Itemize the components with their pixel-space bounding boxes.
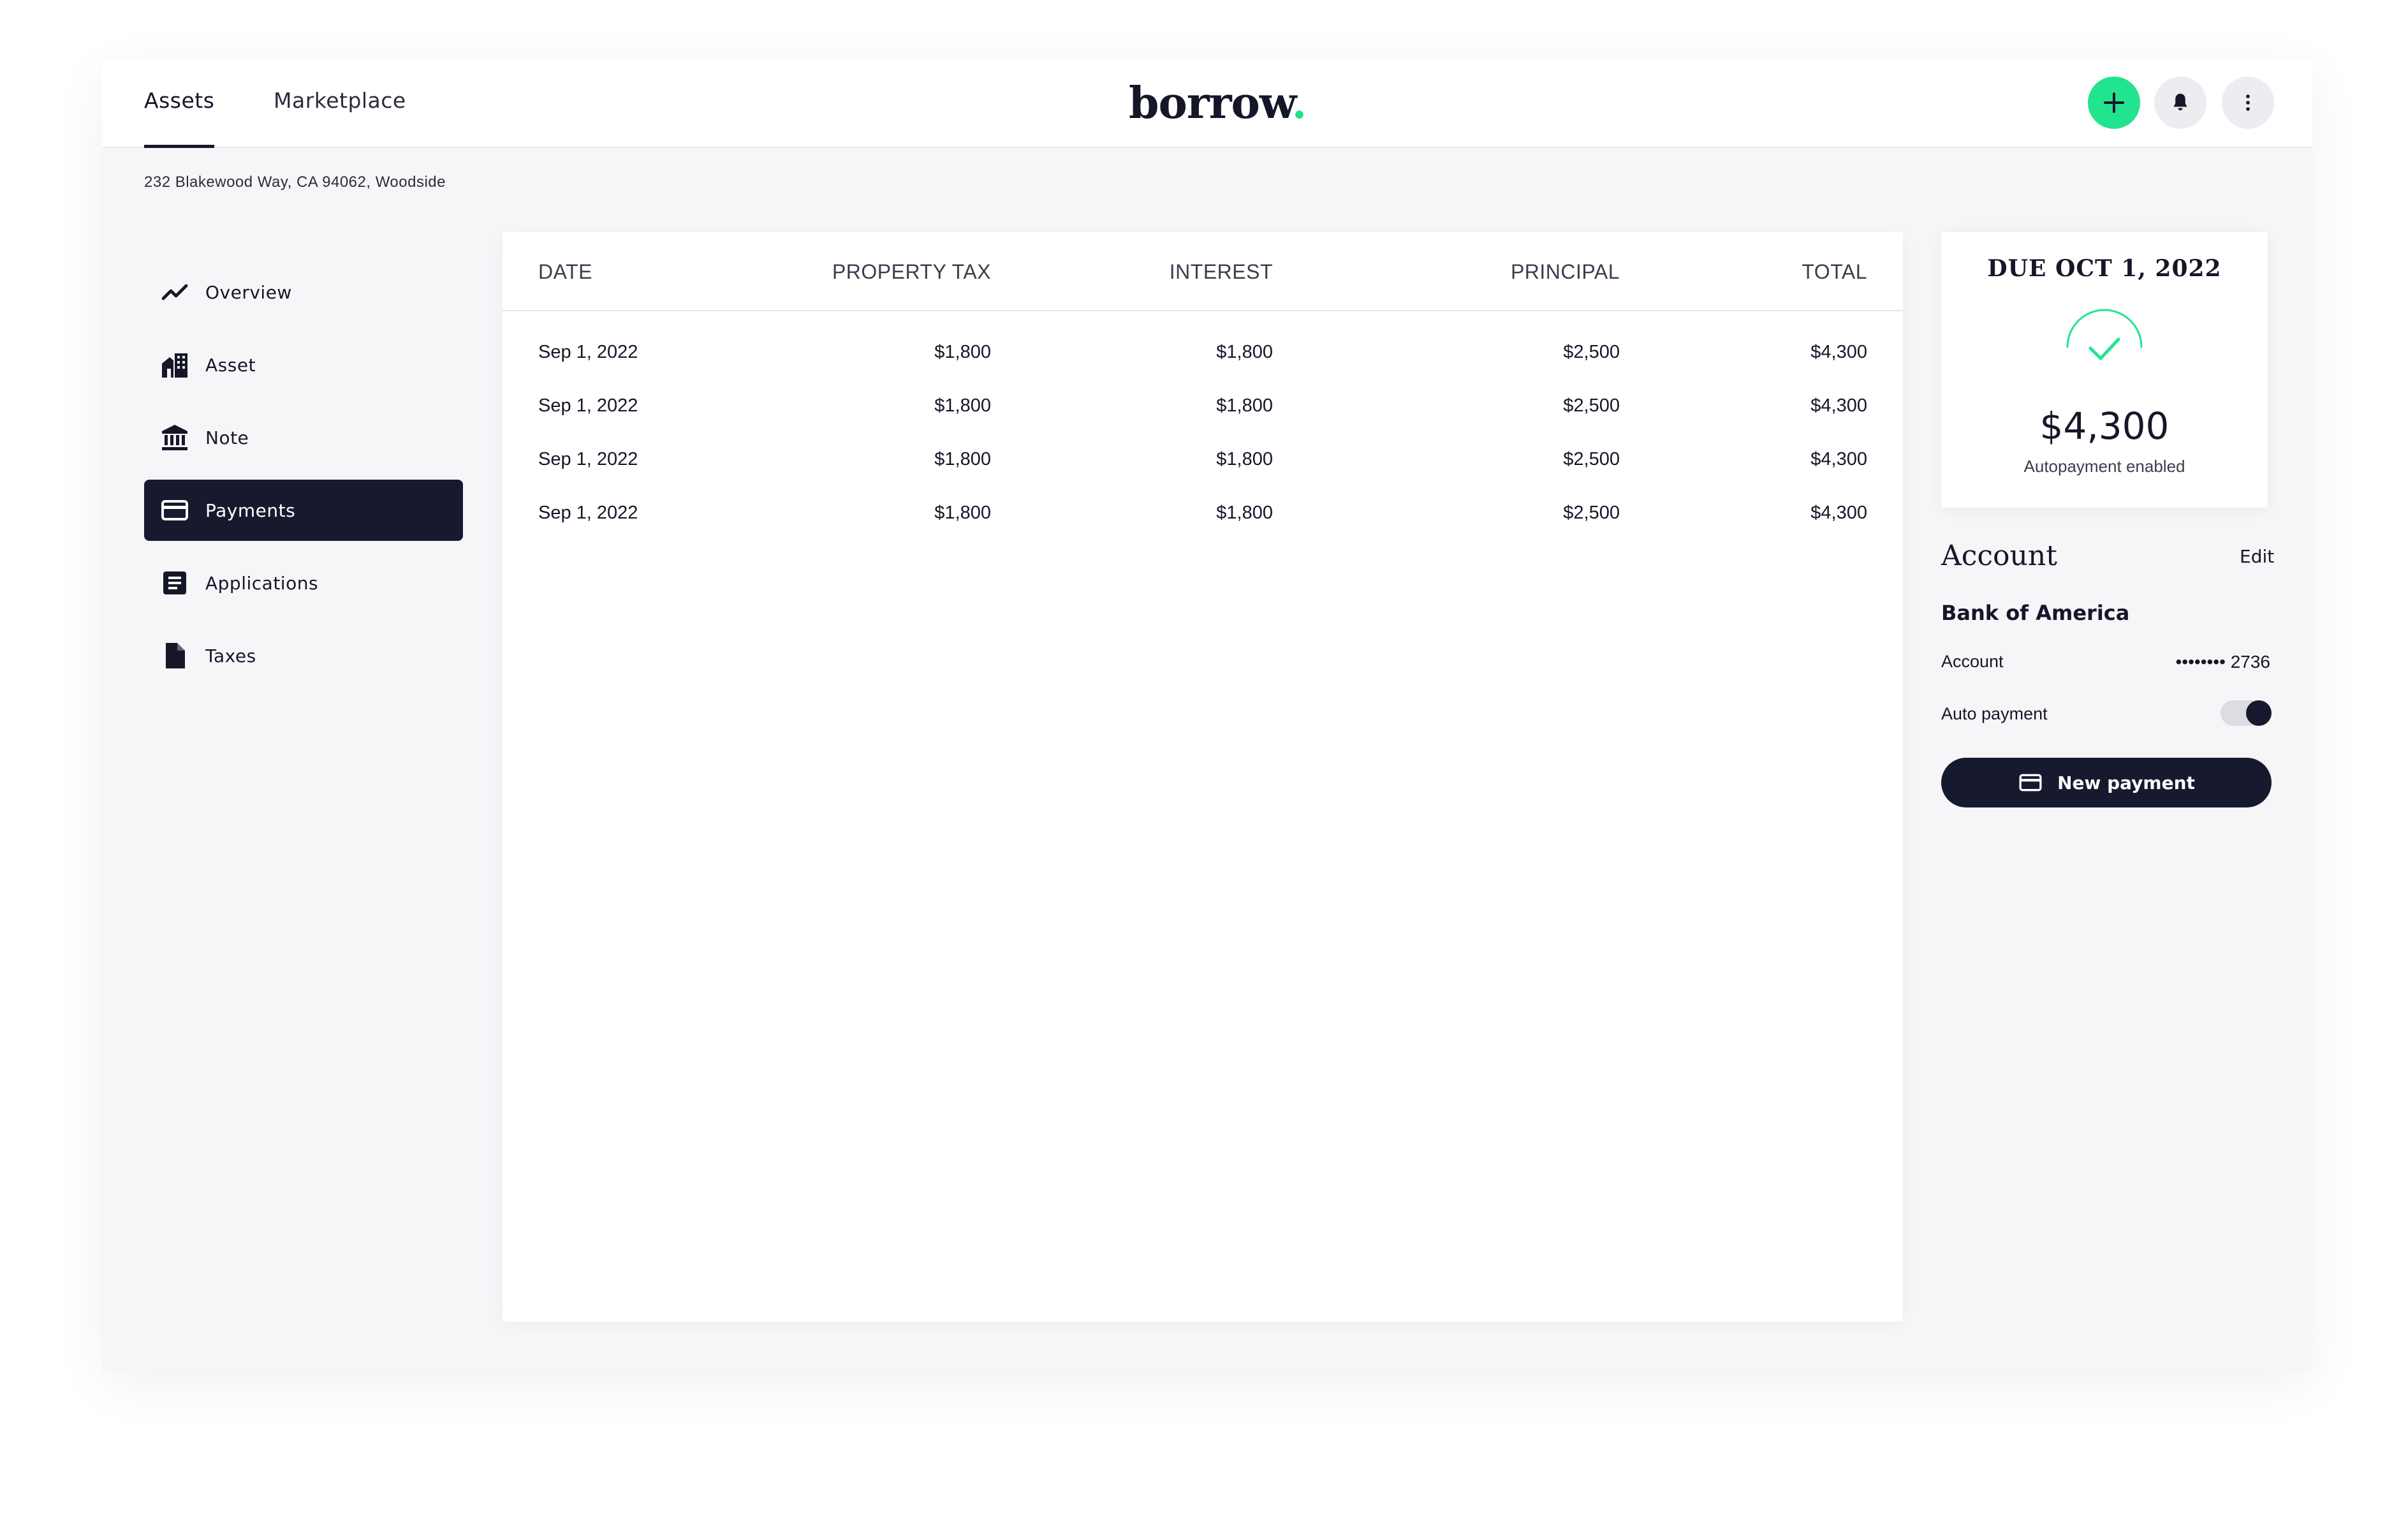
- account-label: Account: [1941, 652, 2004, 671]
- cell-date: Sep 1, 2022: [538, 395, 638, 416]
- cell-total: $4,300: [1810, 342, 1867, 362]
- document-list-icon: [157, 565, 193, 601]
- cell-total: $4,300: [1810, 395, 1867, 416]
- property-address: 232 Blakewood Way, CA 94062, Woodside: [144, 173, 446, 191]
- column-header-interest[interactable]: INTEREST: [1076, 260, 1273, 284]
- autopay-status: Autopayment enabled: [2023, 457, 2185, 476]
- trending-line-icon: [157, 274, 193, 310]
- sidebar-item-label: Asset: [205, 354, 256, 376]
- cell-interest: $1,800: [1216, 449, 1273, 469]
- bell-icon: [2173, 93, 2187, 111]
- new-payment-button[interactable]: New payment: [1941, 758, 2272, 807]
- tab-marketplace[interactable]: Marketplace: [274, 88, 406, 148]
- new-payment-label: New payment: [2057, 772, 2195, 793]
- cell-interest: $1,800: [1216, 395, 1273, 416]
- tab-assets[interactable]: Assets: [144, 88, 215, 148]
- account-title: Account: [1941, 540, 2057, 572]
- sidebar-item-label: Note: [205, 427, 249, 448]
- sidebar-item-taxes[interactable]: Taxes: [144, 625, 463, 686]
- cell-principal: $2,500: [1563, 342, 1620, 362]
- credit-card-icon: [2019, 774, 2042, 792]
- sidebar-item-asset[interactable]: Asset: [144, 334, 463, 395]
- toggle-knob: [2246, 700, 2272, 726]
- cell-principal: $2,500: [1563, 395, 1620, 416]
- check-circle-icon: [2066, 309, 2143, 360]
- logo-dot: .: [1291, 78, 1307, 129]
- sidebar-item-note[interactable]: Note: [144, 407, 463, 468]
- column-header-total[interactable]: TOTAL: [1682, 260, 1867, 284]
- more-vertical-icon: [2246, 94, 2250, 111]
- cell-principal: $2,500: [1563, 503, 1620, 523]
- sidebar-item-overview[interactable]: Overview: [144, 262, 463, 323]
- account-number: •••••••• 2736: [2175, 652, 2271, 672]
- due-card: DUE OCT 1, 2022 $4,300 Autopayment enabl…: [1941, 232, 2268, 508]
- edit-account-link[interactable]: Edit: [2240, 546, 2274, 567]
- app-window: Assets Marketplace borrow. 232 Blakewood…: [102, 60, 2312, 1371]
- column-header-property-tax[interactable]: PROPERTY TAX: [732, 260, 991, 284]
- sidebar-item-label: Applications: [205, 572, 319, 594]
- bank-icon: [157, 420, 193, 455]
- column-header-date[interactable]: DATE: [538, 260, 592, 284]
- building-icon: [157, 347, 193, 383]
- sidebar-item-label: Overview: [205, 281, 292, 303]
- cell-total: $4,300: [1810, 449, 1867, 469]
- cell-property-tax: $1,800: [934, 342, 991, 362]
- logo[interactable]: borrow.: [1129, 78, 1307, 129]
- cell-date: Sep 1, 2022: [538, 342, 638, 362]
- column-header-principal[interactable]: PRINCIPAL: [1395, 260, 1620, 284]
- payments-table: DATE PROPERTY TAX INTEREST PRINCIPAL TOT…: [503, 232, 1903, 1322]
- cell-property-tax: $1,800: [934, 503, 991, 523]
- add-button[interactable]: [2088, 77, 2140, 129]
- notifications-button[interactable]: [2154, 77, 2206, 129]
- cell-total: $4,300: [1810, 503, 1867, 523]
- top-header: Assets Marketplace borrow.: [102, 60, 2312, 148]
- sidebar-item-applications[interactable]: Applications: [144, 552, 463, 614]
- table-header: DATE PROPERTY TAX INTEREST PRINCIPAL TOT…: [503, 232, 1903, 311]
- bank-name: Bank of America: [1941, 601, 2130, 625]
- cell-date: Sep 1, 2022: [538, 449, 638, 469]
- cell-date: Sep 1, 2022: [538, 503, 638, 523]
- file-icon: [157, 638, 193, 674]
- due-amount: $4,300: [2039, 404, 2169, 448]
- sidebar-item-payments[interactable]: Payments: [144, 480, 463, 541]
- logo-text: borrow: [1129, 78, 1293, 129]
- cell-property-tax: $1,800: [934, 449, 991, 469]
- plus-icon: [2104, 92, 2124, 113]
- cell-interest: $1,800: [1216, 342, 1273, 362]
- cell-property-tax: $1,800: [934, 395, 991, 416]
- more-options-button[interactable]: [2222, 77, 2274, 129]
- sidebar-item-label: Payments: [205, 499, 296, 521]
- autopay-toggle[interactable]: [2221, 700, 2272, 726]
- credit-card-icon: [157, 492, 193, 528]
- autopay-label: Auto payment: [1941, 704, 2048, 723]
- cell-interest: $1,800: [1216, 503, 1273, 523]
- cell-principal: $2,500: [1563, 449, 1620, 469]
- sidebar-item-label: Taxes: [205, 645, 256, 667]
- due-title: DUE OCT 1, 2022: [1987, 255, 2222, 282]
